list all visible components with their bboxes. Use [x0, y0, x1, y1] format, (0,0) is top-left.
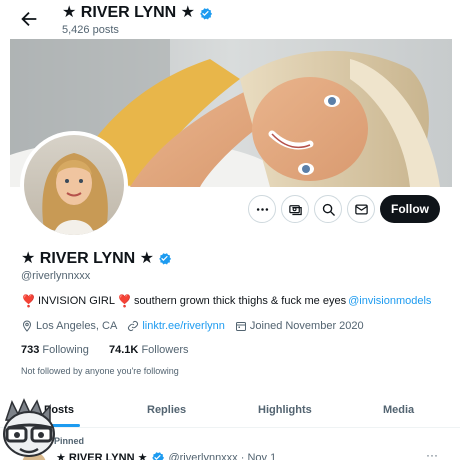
heart-exclamation-icon: ❣️	[116, 294, 132, 308]
money-icon	[288, 204, 302, 215]
location-item: Los Angeles, CA	[21, 320, 117, 332]
joined-text: Joined November 2020	[249, 320, 364, 332]
mascot-watermark	[0, 398, 60, 460]
header-title-text: ★ RIVER LYNN ★	[62, 4, 196, 21]
bio-mention-link[interactable]: @invisionmodels	[348, 295, 431, 307]
top-bar: ★ RIVER LYNN ★ 5,426 posts	[0, 0, 460, 40]
bio-text-2: southern grown thick thighs & fuck me ey…	[133, 295, 347, 307]
location-text: Los Angeles, CA	[36, 320, 118, 332]
tweet-more-button[interactable]: ···	[426, 448, 438, 460]
envelope-icon	[354, 204, 368, 214]
verified-badge-icon	[198, 6, 213, 21]
profile-bio: ❣️ INVISION GIRL ❣️ southern grown thick…	[21, 294, 431, 308]
followers-stat[interactable]: 74.1K Followers	[109, 344, 189, 356]
tweet-author[interactable]: ★ RIVER LYNN ★	[56, 451, 147, 460]
arrow-left-icon	[21, 11, 37, 27]
back-button[interactable]	[18, 8, 40, 30]
follow-stats: 733 Following 74.1K Followers	[21, 344, 189, 356]
more-options-button[interactable]	[248, 195, 276, 223]
calendar-icon	[235, 322, 246, 331]
search-icon	[322, 203, 335, 216]
following-count: 733	[21, 344, 40, 356]
website-link[interactable]: linktr.ee/riverlynn	[142, 320, 225, 332]
following-label: Following	[42, 344, 89, 356]
verified-badge-icon	[150, 450, 165, 460]
tweet-handle-date: @riverlynnxxx · Nov 1	[168, 451, 277, 460]
verified-badge-icon	[157, 251, 172, 266]
heart-exclamation-icon: ❣️	[21, 294, 36, 308]
profile-meta: Los Angeles, CA linktr.ee/riverlynn Join…	[21, 320, 374, 332]
location-pin-icon	[22, 320, 32, 332]
link-icon	[128, 321, 139, 331]
nerd-mascot-icon	[3, 398, 55, 457]
post-count: 5,426 posts	[62, 24, 119, 36]
followers-count: 74.1K	[109, 344, 139, 356]
profile-avatar[interactable]	[20, 131, 128, 239]
tweet-header: ★ RIVER LYNN ★ @riverlynnxxx · Nov 1	[56, 450, 276, 460]
tab-replies[interactable]: Replies	[147, 404, 186, 416]
joined-item: Joined November 2020	[235, 320, 364, 332]
display-name-text: ★ RIVER LYNN ★	[21, 250, 155, 267]
message-button[interactable]	[347, 195, 375, 223]
header-title: ★ RIVER LYNN ★	[62, 4, 213, 22]
avatar-image	[24, 135, 124, 235]
profile-tabs: Posts Replies Highlights Media	[0, 394, 460, 428]
more-horizontal-icon	[256, 207, 268, 211]
website-item: linktr.ee/riverlynn	[127, 320, 225, 332]
profile-handle: @riverlynnxxx	[21, 270, 91, 282]
subscribe-button[interactable]	[281, 195, 309, 223]
not-followed-note: Not followed by anyone you're following	[21, 366, 179, 376]
search-posts-button[interactable]	[314, 195, 342, 223]
profile-display-name: ★ RIVER LYNN ★	[21, 248, 172, 268]
following-stat[interactable]: 733 Following	[21, 344, 89, 356]
bio-text-1: INVISION GIRL	[37, 295, 115, 307]
tab-highlights[interactable]: Highlights	[258, 404, 312, 416]
followers-label: Followers	[141, 344, 189, 356]
tab-media[interactable]: Media	[383, 404, 414, 416]
follow-button[interactable]: Follow	[380, 195, 440, 223]
